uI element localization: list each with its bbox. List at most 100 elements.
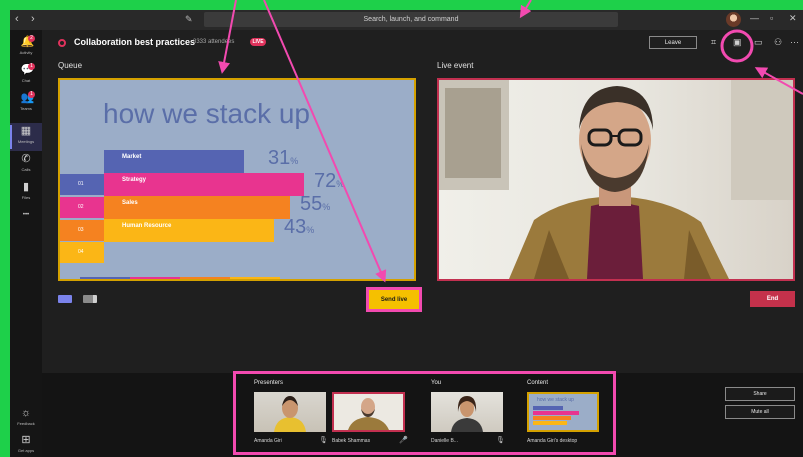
layout-single-icon[interactable] <box>58 295 72 303</box>
slide-band-title: Market <box>122 154 142 160</box>
teams-live-event-window: ‹ › ✎ Search, launch, and command — ▫ ✕ … <box>10 10 803 457</box>
slide-band-title: Strategy <box>122 177 147 183</box>
avatar[interactable] <box>726 12 741 27</box>
slide-row-number: 02 <box>60 197 104 218</box>
content-label: Content <box>527 380 549 386</box>
lightbulb-icon: ☼ <box>20 407 32 419</box>
slide-percent-value: 43 <box>284 216 307 238</box>
rail-item-label: Chat <box>21 78 31 83</box>
content-thumb-bands <box>533 406 579 425</box>
rail-item-feedback[interactable]: ☼ Feedback <box>10 405 42 433</box>
rail-item-label: Feedback <box>17 421 35 426</box>
mic-icon[interactable]: 🎤 <box>399 436 408 444</box>
slide-percent-sign: % <box>306 225 315 235</box>
end-button[interactable]: End <box>750 291 795 307</box>
slide-percent-value: 55 <box>300 193 323 215</box>
participants-icon[interactable]: ⌗ <box>711 37 716 48</box>
queue-slide-preview[interactable]: how we stack up Market 31% 01 Strategy 72% 02… <box>58 78 416 281</box>
app-rail: 🔔 Activity 2 💬 Chat 1 👥 Teams 1 ▦ Meetings ✆ Calls ▮ F… <box>10 30 42 457</box>
rail-item-label: Files <box>21 195 31 200</box>
rail-item-calls[interactable]: ✆ Calls <box>10 151 42 179</box>
more-icon: ••• <box>22 212 30 218</box>
close-icon[interactable]: ✕ <box>789 13 797 24</box>
presenter-name-babek: Babek Shammas <box>332 438 371 444</box>
slide-percent-sign: % <box>322 202 331 212</box>
presenter-babek-image <box>348 398 389 430</box>
compose-icon[interactable]: ✎ <box>185 14 193 25</box>
content-name: Amanda Giri's desktop <box>527 438 578 444</box>
presenters-label: Presenters <box>254 380 284 386</box>
you-tile-danielle[interactable] <box>431 392 503 432</box>
slide-band: Market <box>104 150 244 173</box>
rail-item-label: Meetings <box>17 139 35 144</box>
slide-row-number: 01 <box>60 174 104 195</box>
rail-item-files[interactable]: ▮ Files <box>10 179 42 207</box>
slide-percent: 55% <box>300 193 330 216</box>
live-event-video <box>437 78 795 281</box>
slide-percent-value: 72 <box>314 170 337 192</box>
people-icon[interactable]: ⚇ <box>774 37 782 48</box>
slide-band: Strategy <box>104 173 304 196</box>
rail-item-teams[interactable]: 👥 Teams 1 <box>10 90 42 118</box>
slide-percent-sign: % <box>336 179 345 189</box>
share-button[interactable]: Share <box>725 387 795 401</box>
presenter-name-amanda: Amanda Giri <box>254 438 282 444</box>
slide-band: Sales <box>104 196 290 219</box>
slide-band-title: Human Resource <box>122 223 172 229</box>
mic-muted-icon-you[interactable]: 🎙 <box>496 436 505 444</box>
file-icon: ▮ <box>22 181 30 193</box>
rail-item-get-apps[interactable]: ⊞ Get apps <box>10 432 42 457</box>
maximize-icon[interactable]: ▫ <box>770 13 773 23</box>
content-tile-desktop[interactable]: how we stack up <box>527 392 599 432</box>
phone-icon: ✆ <box>21 153 31 165</box>
notification-badge: 2 <box>28 35 35 42</box>
you-label: You <box>431 380 442 386</box>
title-bar: ‹ › ✎ Search, launch, and command — ▫ ✕ <box>10 10 803 30</box>
rail-item-label: Calls <box>21 167 31 172</box>
presenter-tile-amanda[interactable] <box>254 392 326 432</box>
slide-band: Human Resource <box>104 219 274 242</box>
notification-badge: 1 <box>28 63 35 70</box>
attendee-count: 3333 attendees <box>193 39 235 45</box>
calendar-icon: ▦ <box>20 125 32 137</box>
more-options-icon[interactable]: ··· <box>790 37 799 47</box>
rail-item-label: Activity <box>19 50 33 55</box>
notification-badge: 1 <box>28 91 35 98</box>
minimize-icon[interactable]: — <box>750 13 759 23</box>
queue-label: Queue <box>58 61 83 70</box>
leave-button[interactable]: Leave <box>649 36 697 49</box>
rail-item-activity[interactable]: 🔔 Activity 2 <box>10 34 42 62</box>
q-and-a-icon[interactable]: ▣ <box>733 37 742 48</box>
you-name: Danielle B... <box>431 438 458 444</box>
slide-row-number: 04 <box>60 242 104 263</box>
send-live-button[interactable]: Send live <box>369 290 419 309</box>
rail-item-label: Teams <box>20 106 32 111</box>
rail-item-label: Get apps <box>17 448 35 453</box>
rail-item-meetings[interactable]: ▦ Meetings <box>10 123 42 151</box>
slide-percent-sign: % <box>290 156 299 166</box>
slide-percent: 72% <box>314 170 344 193</box>
chat-icon[interactable]: ▭ <box>754 37 763 48</box>
meeting-title: Collaboration best practices <box>74 37 196 47</box>
live-badge: LIVE <box>250 38 266 46</box>
rail-item-more[interactable]: ••• <box>10 207 42 235</box>
presenter-figure-image <box>439 80 793 279</box>
slide-percent-value: 31 <box>268 147 291 169</box>
rail-item-chat[interactable]: 💬 Chat 1 <box>10 62 42 90</box>
presenter-amanda-image <box>274 396 306 432</box>
forward-arrow-icon[interactable]: › <box>31 13 35 25</box>
back-arrow-icon[interactable]: ‹ <box>15 13 19 25</box>
you-danielle-image <box>451 396 483 432</box>
apps-icon: ⊞ <box>21 434 31 446</box>
slide-title: how we stack up <box>103 98 310 129</box>
presenter-tile-babek[interactable] <box>332 392 405 432</box>
layout-side-by-side-icon[interactable] <box>83 295 97 303</box>
mic-muted-icon[interactable]: 🎙 <box>319 436 328 444</box>
search-input[interactable]: Search, launch, and command <box>204 12 618 27</box>
slide-percent: 43% <box>284 216 314 239</box>
live-event-label: Live event <box>437 61 474 70</box>
mute-all-button[interactable]: Mute all <box>725 405 795 419</box>
slide-footer-strip <box>80 277 280 279</box>
slide-band-title: Sales <box>122 200 138 206</box>
slide-row-number: 03 <box>60 220 104 241</box>
